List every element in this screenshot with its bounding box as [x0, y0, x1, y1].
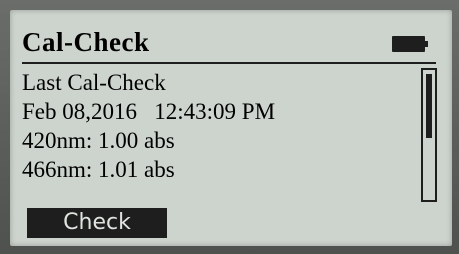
- scrollbar[interactable]: [421, 68, 437, 202]
- calibration-info: Last Cal-Check Feb 08,2016 12:43:09 PM 4…: [22, 68, 422, 184]
- reading-420nm: 420nm: 1.00 abs: [22, 128, 175, 153]
- battery-icon: [392, 36, 428, 52]
- reading-466nm: 466nm: 1.01 abs: [22, 157, 175, 182]
- screen-header: Cal-Check: [22, 22, 428, 62]
- battery-tip: [425, 41, 428, 47]
- check-button[interactable]: Check: [27, 208, 167, 238]
- battery-body: [392, 36, 425, 52]
- screen-title: Cal-Check: [22, 27, 150, 57]
- scrollbar-thumb[interactable]: [426, 74, 432, 138]
- cal-check-timestamp: Feb 08,2016 12:43:09 PM: [22, 99, 276, 124]
- header-divider: [22, 62, 436, 64]
- last-cal-check-label: Last Cal-Check: [22, 70, 166, 95]
